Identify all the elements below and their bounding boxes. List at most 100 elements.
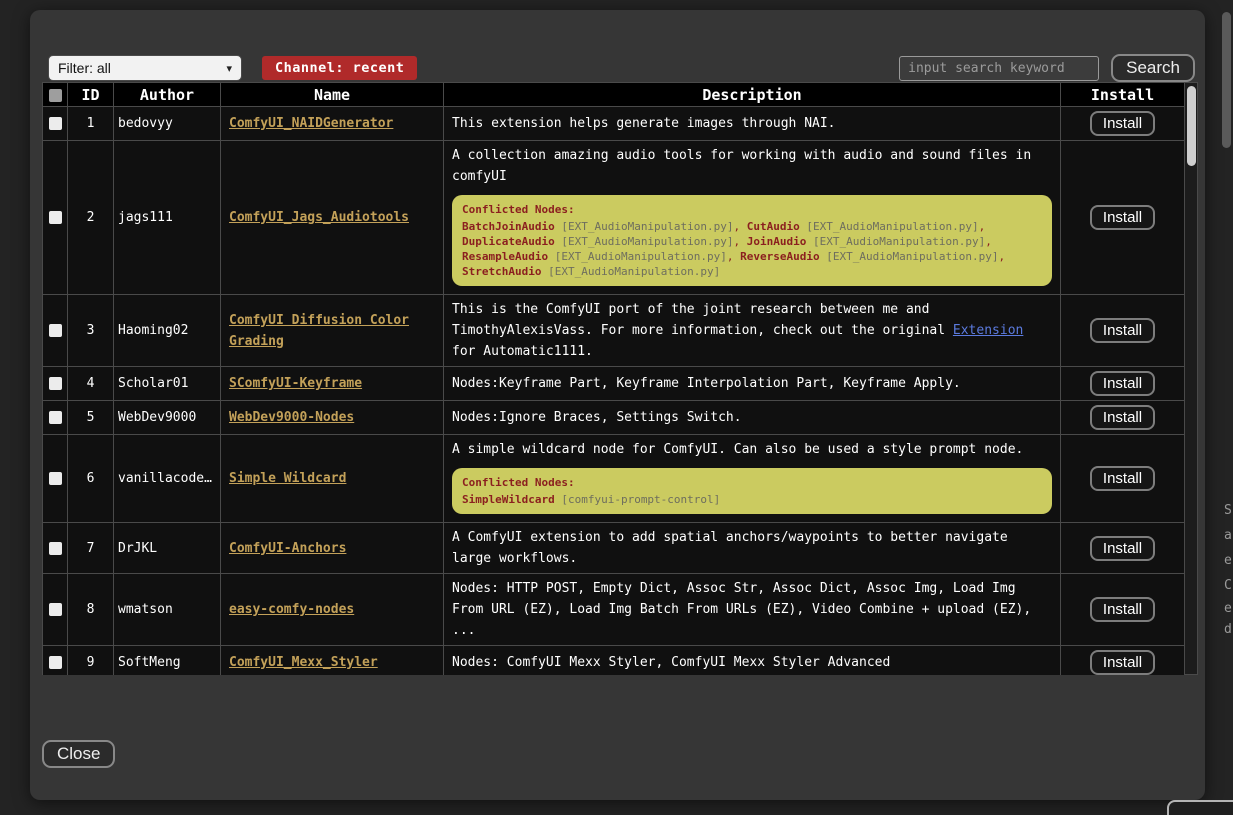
node-name-link[interactable]: ComfyUI_NAIDGenerator [229,116,393,131]
row-id: 5 [68,401,114,435]
row-id: 4 [68,367,114,401]
close-button[interactable]: Close [42,740,115,768]
conflict-node-source: [EXT_AudioManipulation.py] [555,250,727,263]
conflict-node-source: [EXT_AudioManipulation.py] [561,235,733,248]
row-id: 6 [68,435,114,523]
select-all-checkbox[interactable] [49,89,62,102]
row-select-cell [43,646,68,676]
search-button[interactable]: Search [1111,54,1195,82]
install-button[interactable]: Install [1090,111,1155,136]
table-row: 1bedovyyComfyUI_NAIDGeneratorThis extens… [43,107,1185,141]
row-checkbox[interactable] [49,377,62,390]
page-scrollbar-thumb[interactable] [1222,12,1231,148]
node-name-link[interactable]: ComfyUI_Jags_Audiotools [229,210,409,225]
background-ui-fragment: d [1224,622,1233,637]
row-description-cell: A simple wildcard node for ComfyUI. Can … [444,435,1061,523]
row-author: Haoming02 [114,295,221,367]
partial-background-button[interactable] [1167,800,1233,815]
row-description-cell: Nodes: HTTP POST, Empty Dict, Assoc Str,… [444,574,1061,646]
row-description-cell: Nodes:Ignore Braces, Settings Switch. [444,401,1061,435]
node-name-link[interactable]: ComfyUI_Mexx_Styler [229,655,378,670]
install-button[interactable]: Install [1090,650,1155,675]
row-id: 9 [68,646,114,676]
row-checkbox[interactable] [49,472,62,485]
row-select-cell [43,107,68,141]
row-checkbox[interactable] [49,411,62,424]
row-description-text: A ComfyUI extension to add spatial ancho… [452,527,1052,569]
install-button[interactable]: Install [1090,405,1155,430]
row-id: 7 [68,523,114,574]
row-select-cell [43,574,68,646]
row-select-cell [43,435,68,523]
row-install-cell: Install [1061,646,1185,676]
table-row: 5WebDev9000WebDev9000-NodesNodes:Ignore … [43,401,1185,435]
background-ui-fragment: C [1224,578,1233,593]
row-author: Scholar01 [114,367,221,401]
row-name-cell: WebDev9000-Nodes [221,401,444,435]
conflict-node-name: StretchAudio [462,265,541,278]
row-install-cell: Install [1061,107,1185,141]
install-button[interactable]: Install [1090,318,1155,343]
row-author: SoftMeng [114,646,221,676]
conflict-node-name: DuplicateAudio [462,235,555,248]
row-install-cell: Install [1061,367,1185,401]
node-name-link[interactable]: easy-comfy-nodes [229,602,354,617]
channel-badge: Channel: recent [262,56,417,80]
table-row: 8wmatsoneasy-comfy-nodesNodes: HTTP POST… [43,574,1185,646]
conflict-node-name: JoinAudio [747,235,807,248]
row-name-cell: SComfyUI-Keyframe [221,367,444,401]
install-button[interactable]: Install [1090,597,1155,622]
node-name-link[interactable]: Simple Wildcard [229,471,346,486]
description-link[interactable]: Extension [953,323,1023,338]
conflict-node-source: [EXT_AudioManipulation.py] [806,220,978,233]
install-button[interactable]: Install [1090,371,1155,396]
row-checkbox[interactable] [49,211,62,224]
install-button[interactable]: Install [1090,466,1155,491]
table-row: 3Haoming02ComfyUI Diffusion Color Gradin… [43,295,1185,367]
install-button[interactable]: Install [1090,536,1155,561]
filter-select[interactable]: Filter: all ▾ [48,55,242,81]
row-checkbox[interactable] [49,656,62,669]
search-input[interactable] [899,56,1099,81]
row-select-cell [43,401,68,435]
node-name-link[interactable]: ComfyUI-Anchors [229,541,346,556]
row-select-cell [43,523,68,574]
conflict-node-source: [EXT_AudioManipulation.py] [561,220,733,233]
row-description-cell: Nodes:Keyframe Part, Keyframe Interpolat… [444,367,1061,401]
row-description-text: A collection amazing audio tools for wor… [452,145,1052,187]
background-ui-fragment: a [1224,528,1233,543]
row-description-text: Nodes: ComfyUI Mexx Styler, ComfyUI Mexx… [452,652,1052,673]
node-name-link[interactable]: ComfyUI Diffusion Color Grading [229,313,409,349]
table-scrollbar-thumb[interactable] [1187,86,1196,166]
row-checkbox[interactable] [49,324,62,337]
conflict-node-source: [comfyui-prompt-control] [561,493,720,506]
background-ui-fragment: e [1224,601,1233,616]
table-scrollbar[interactable] [1185,82,1198,675]
row-id: 1 [68,107,114,141]
conflict-node-name: ResampleAudio [462,250,548,263]
row-install-cell: Install [1061,523,1185,574]
conflict-node-source: [EXT_AudioManipulation.py] [548,265,720,278]
header-author: Author [114,83,221,107]
conflict-node-name: BatchJoinAudio [462,220,555,233]
install-custom-nodes-dialog: Filter: all ▾ Channel: recent Search ID … [30,10,1205,800]
node-name-link[interactable]: WebDev9000-Nodes [229,410,354,425]
row-install-cell: Install [1061,574,1185,646]
table-header-row: ID Author Name Description Install [43,83,1185,107]
conflicted-nodes-title: Conflicted Nodes: [462,475,1042,490]
background-ui-fragment: e [1224,553,1233,568]
node-name-link[interactable]: SComfyUI-Keyframe [229,376,362,391]
install-button[interactable]: Install [1090,205,1155,230]
row-install-cell: Install [1061,141,1185,295]
row-name-cell: ComfyUI_Jags_Audiotools [221,141,444,295]
row-checkbox[interactable] [49,603,62,616]
row-author: wmatson [114,574,221,646]
row-description-text: Nodes: HTTP POST, Empty Dict, Assoc Str,… [452,578,1052,641]
row-name-cell: ComfyUI-Anchors [221,523,444,574]
row-name-cell: Simple Wildcard [221,435,444,523]
row-name-cell: ComfyUI Diffusion Color Grading [221,295,444,367]
row-checkbox[interactable] [49,117,62,130]
conflicted-nodes-list: BatchJoinAudio [EXT_AudioManipulation.py… [462,219,1042,279]
row-description-text: This extension helps generate images thr… [452,113,1052,134]
row-checkbox[interactable] [49,542,62,555]
